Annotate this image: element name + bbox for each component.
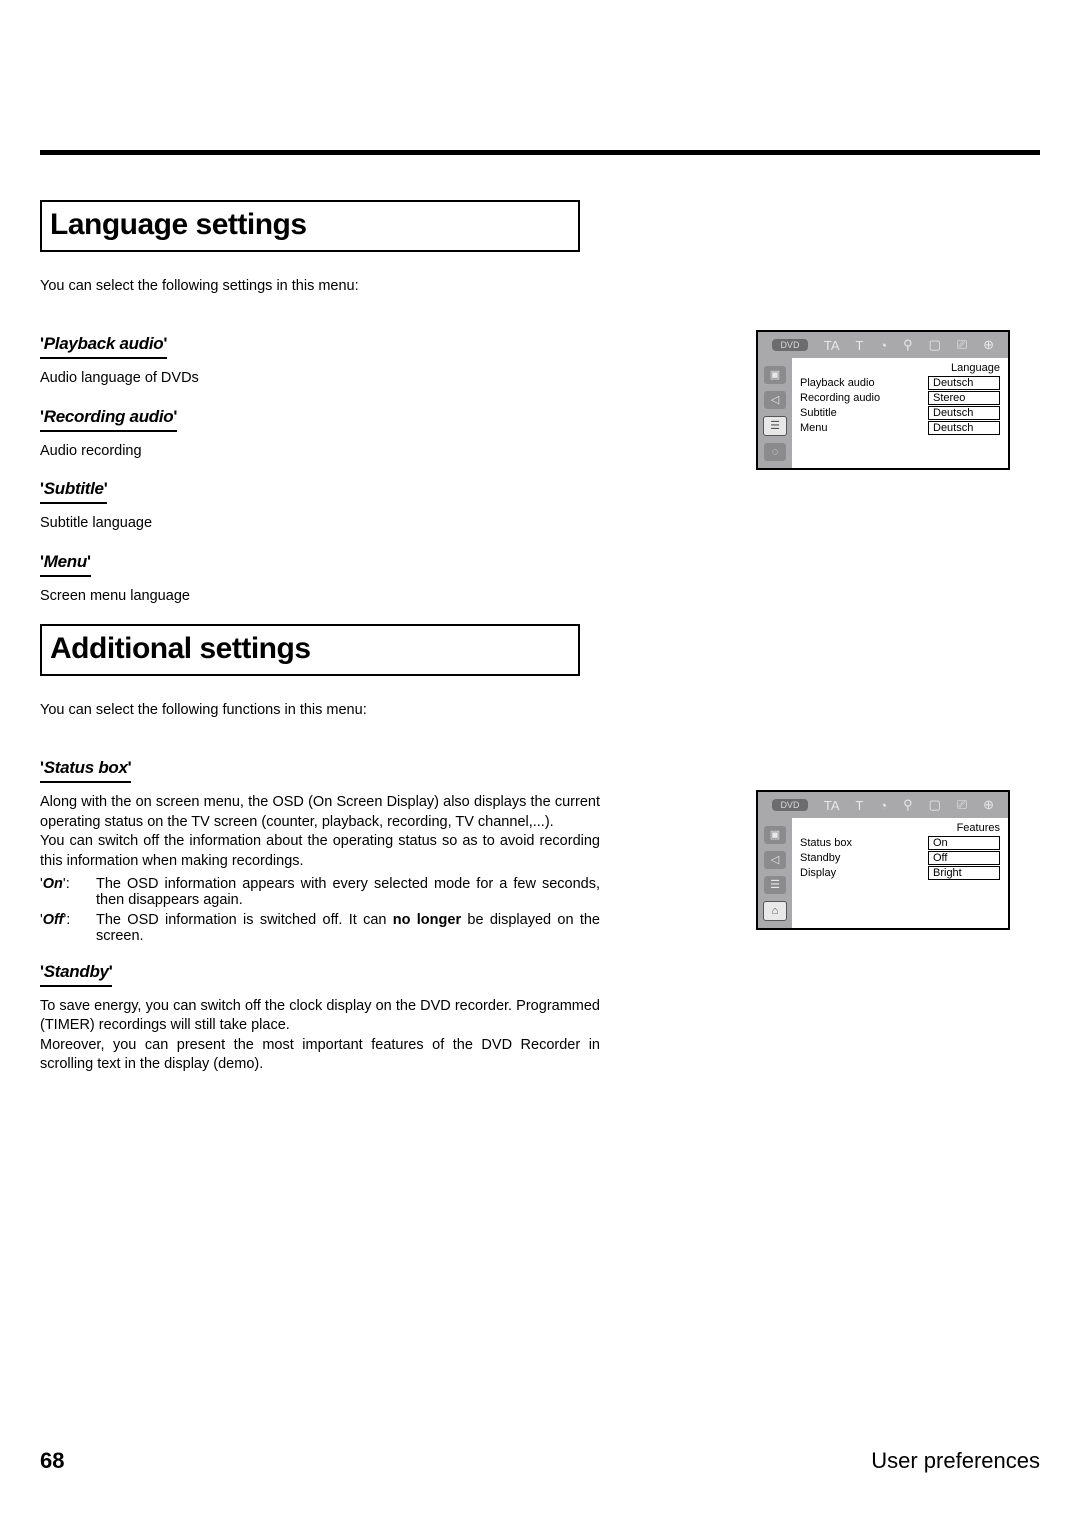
osd-heading: Features [800,822,1000,834]
tv-icon: ▢ [929,337,941,353]
timer-icon: T [855,798,863,813]
body-status-box: Along with the on screen menu, the OSD (… [40,793,600,871]
subheading-recording-audio: Recording audio [40,407,177,432]
section-title-additional-settings: Additional settings [40,624,580,676]
subheading-menu: Menu [40,552,91,577]
subheading-playback-audio: Playback audio [40,334,167,359]
chapter-title: User preferences [871,1448,1040,1474]
plug-icon: ⚲ [903,797,913,813]
timer-icon: T [855,338,863,353]
subheading-subtitle: Subtitle [40,479,107,504]
osd-main: Language Playback audioDeutsch Recording… [792,358,1008,468]
body-subtitle: Subtitle language [40,514,600,534]
antenna-icon: TA [824,798,840,813]
osd-features-screenshot: DVD TA T ◔ ⚲ ▢ ⎚ ⊕ ▣ ◁ ☰ ⌂ Features Stat… [756,790,1010,930]
body-playback-audio: Audio language of DVDs [40,369,600,389]
osd-row: DisplayBright [800,866,1000,880]
body-standby: To save energy, you can switch off the c… [40,997,600,1075]
def-off: 'Off': The OSD information is switched o… [40,912,600,944]
osd-row: MenuDeutsch [800,421,1000,435]
zoom-icon: ⊕ [983,797,994,813]
subheading-status-box: Status box [40,758,131,783]
osd-row: StandbyOff [800,851,1000,865]
osd-dvd-label: DVD [772,339,808,351]
body-recording-audio: Audio recording [40,442,600,462]
osd-dvd-label: DVD [772,799,808,811]
picture-icon: ▣ [764,366,786,384]
def-val: The OSD information is switched off. It … [96,912,600,944]
section1-body: Playback audio Audio language of DVDs Re… [40,316,600,606]
subheading-standby: Standby [40,962,112,987]
section-intro: You can select the following functions i… [40,702,1040,718]
section-title-language-settings: Language settings [40,200,580,252]
language-icon: ☰ [764,876,786,894]
clock-icon: ◔ [879,338,887,353]
clock-icon: ◔ [879,798,887,813]
tv-icon: ▢ [929,797,941,813]
osd-language-screenshot: DVD TA T ◔ ⚲ ▢ ⎚ ⊕ ▣ ◁ ☰ ◌ Language Play… [756,330,1010,470]
plug-icon: ⚲ [903,337,913,353]
section-intro: You can select the following settings in… [40,278,1040,294]
osd-row: Status boxOn [800,836,1000,850]
features-icon: ◌ [764,443,786,461]
section2-body: Status box Along with the on screen menu… [40,740,600,1075]
section-title-text: Additional settings [50,632,566,666]
osd-sidebar: ▣ ◁ ☰ ◌ [758,358,792,468]
osd-heading: Language [800,362,1000,374]
osd-main: Features Status boxOn StandbyOff Display… [792,818,1008,928]
language-icon: ☰ [763,416,787,436]
def-key: 'Off': [40,912,96,944]
picture-icon: ▣ [764,826,786,844]
def-key: 'On': [40,876,96,908]
osd-toolbar: DVD TA T ◔ ⚲ ▢ ⎚ ⊕ [758,332,1008,358]
section-title-text: Language settings [50,208,566,242]
osd-row: SubtitleDeutsch [800,406,1000,420]
page-content: Language settings You can select the fol… [40,200,1040,1394]
osd-toolbar: DVD TA T ◔ ⚲ ▢ ⎚ ⊕ [758,792,1008,818]
zoom-icon: ⊕ [983,337,994,353]
page-number: 68 [40,1448,64,1474]
camera-icon: ⎚ [957,337,967,353]
sound-icon: ◁ [764,391,786,409]
body-menu: Screen menu language [40,587,600,607]
osd-row: Playback audioDeutsch [800,376,1000,390]
features-icon: ⌂ [763,901,787,921]
antenna-icon: TA [824,338,840,353]
camera-icon: ⎚ [957,797,967,813]
top-rule [40,150,1040,155]
osd-sidebar: ▣ ◁ ☰ ⌂ [758,818,792,928]
def-val: The OSD information appears with every s… [96,876,600,908]
page-footer: 68 User preferences [40,1448,1040,1474]
osd-row: Recording audioStereo [800,391,1000,405]
sound-icon: ◁ [764,851,786,869]
def-on: 'On': The OSD information appears with e… [40,876,600,908]
